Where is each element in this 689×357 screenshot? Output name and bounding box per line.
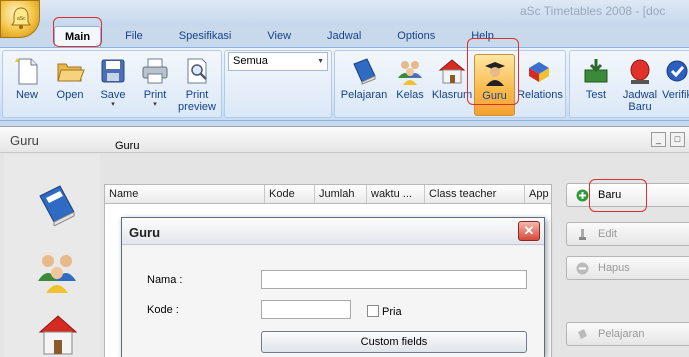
test-tray-icon: [584, 59, 608, 83]
new-document-icon: [15, 58, 38, 85]
tab-jadwal[interactable]: Jadwal: [309, 26, 379, 48]
guru-dialog: Guru ✕ Nama : Kode : Pria Custom fields: [121, 217, 545, 357]
title-bar: aSc aSc Timetables 2008 - [doc: [0, 0, 689, 38]
file-group: New Open Save ▾ Print ▾ Print preview: [2, 50, 222, 118]
dialog-body: Nama : Kode : Pria Custom fields: [122, 246, 544, 357]
column-header-app[interactable]: App: [525, 185, 553, 203]
subjects-icon: [578, 329, 587, 339]
test-button[interactable]: Test: [574, 54, 618, 116]
tab-options[interactable]: Options: [379, 26, 453, 48]
kode-field[interactable]: [261, 300, 351, 319]
baru-button[interactable]: Baru: [566, 183, 689, 207]
verify-icon: [666, 60, 688, 82]
kode-label: Kode :: [147, 304, 179, 316]
nama-field[interactable]: [261, 270, 527, 289]
guru-button[interactable]: Guru: [474, 54, 515, 116]
new-button[interactable]: New: [5, 54, 49, 116]
jadwal-baru-button[interactable]: Jadwal Baru: [618, 54, 662, 116]
open-folder-icon: [57, 63, 85, 82]
close-icon[interactable]: ✕: [518, 221, 540, 241]
pelajaran-button[interactable]: Pelajaran: [339, 54, 389, 116]
maximize-icon[interactable]: □: [670, 132, 685, 147]
shapes-icon: [529, 62, 549, 82]
print-preview-button[interactable]: Print preview: [175, 54, 219, 116]
app-title: aSc Timetables 2008 - [doc: [520, 4, 666, 18]
chevron-down-icon: ▼: [317, 58, 324, 65]
students-icon: [398, 61, 422, 85]
ribbon-tabs: Main File Spesifikasi View Jadwal Option…: [40, 26, 512, 48]
relations-button[interactable]: Relations: [517, 54, 563, 116]
ribbon: New Open Save ▾ Print ▾ Print preview Pe…: [0, 47, 689, 121]
subject-book-icon[interactable]: [34, 182, 78, 226]
tab-view[interactable]: View: [249, 26, 309, 48]
pria-checkbox[interactable]: [367, 305, 379, 317]
kelas-button[interactable]: Kelas: [390, 54, 430, 116]
filter-select[interactable]: Semua ▼: [228, 52, 328, 71]
book-icon: [353, 58, 376, 85]
column-header-waktu[interactable]: waktu ...: [367, 185, 425, 203]
app-menu-button[interactable]: aSc: [0, 0, 40, 38]
class-students-icon[interactable]: [36, 249, 80, 293]
open-button[interactable]: Open: [48, 54, 92, 116]
print-button[interactable]: Print ▾: [133, 54, 177, 116]
klasrum-button[interactable]: Klasrum: [431, 54, 473, 116]
save-disk-icon: [101, 59, 125, 83]
column-header-name[interactable]: Name: [105, 185, 265, 203]
printer-icon: [142, 58, 168, 84]
nama-label: Nama :: [147, 274, 183, 286]
print-preview-icon: [187, 58, 207, 84]
entity-sidebar: [4, 154, 100, 357]
tab-help[interactable]: Help: [453, 26, 512, 48]
column-header-kode[interactable]: Kode: [265, 185, 315, 203]
tools-group: Test Jadwal Baru Verifik: [569, 50, 689, 118]
dialog-titlebar: Guru ✕: [122, 218, 544, 245]
pelajaran-action-button[interactable]: Pelajaran: [566, 322, 689, 346]
tab-main[interactable]: Main: [54, 26, 102, 48]
classroom-house-icon[interactable]: [36, 312, 80, 356]
save-button[interactable]: Save ▾: [91, 54, 135, 116]
tab-spesifikasi[interactable]: Spesifikasi: [161, 26, 250, 48]
edit-button[interactable]: Edit: [566, 222, 689, 246]
verifikasi-button[interactable]: Verifik: [660, 54, 689, 116]
teachers-table-header: Name Kode Jumlah waktu ... Class teacher…: [104, 184, 552, 204]
list-title: Guru: [115, 140, 140, 152]
column-header-jumlah[interactable]: Jumlah: [315, 185, 367, 203]
minimize-icon[interactable]: _: [651, 132, 666, 147]
plus-circle-icon: [576, 189, 589, 202]
red-light-icon: [630, 59, 650, 84]
hapus-button[interactable]: Hapus: [566, 256, 689, 280]
minus-circle-icon: [576, 262, 589, 275]
custom-fields-button[interactable]: Custom fields: [261, 331, 527, 353]
data-group: Pelajaran Kelas Klasrum Guru Relations: [334, 50, 566, 118]
pria-label: Pria: [382, 306, 402, 318]
guru-window-titlebar: Guru _ □: [0, 127, 689, 153]
tab-file[interactable]: File: [107, 26, 161, 48]
teacher-icon: [484, 62, 505, 86]
svg-text:aSc: aSc: [17, 16, 26, 22]
edit-icon: [579, 229, 586, 240]
column-header-class-teacher[interactable]: Class teacher: [425, 185, 525, 203]
house-icon: [438, 59, 466, 84]
bell-icon: aSc: [11, 7, 31, 29]
